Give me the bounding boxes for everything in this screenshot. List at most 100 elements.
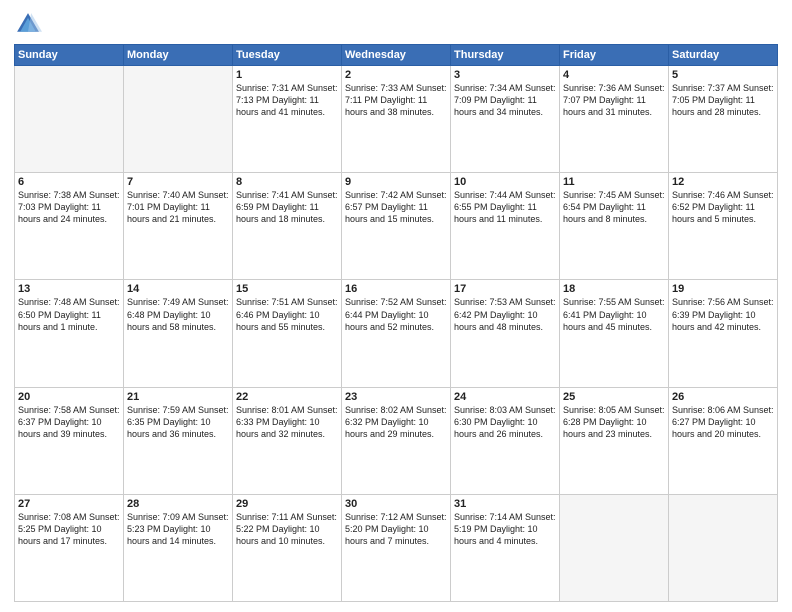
day-cell: 14Sunrise: 7:49 AM Sunset: 6:48 PM Dayli… bbox=[124, 280, 233, 387]
day-info: Sunrise: 7:48 AM Sunset: 6:50 PM Dayligh… bbox=[18, 296, 120, 332]
day-number: 17 bbox=[454, 283, 556, 295]
weekday-header-friday: Friday bbox=[560, 45, 669, 66]
day-cell: 1Sunrise: 7:31 AM Sunset: 7:13 PM Daylig… bbox=[233, 66, 342, 173]
day-info: Sunrise: 8:06 AM Sunset: 6:27 PM Dayligh… bbox=[672, 404, 774, 440]
weekday-header-saturday: Saturday bbox=[669, 45, 778, 66]
day-number: 16 bbox=[345, 283, 447, 295]
day-info: Sunrise: 7:46 AM Sunset: 6:52 PM Dayligh… bbox=[672, 189, 774, 225]
day-number: 7 bbox=[127, 176, 229, 188]
day-info: Sunrise: 7:45 AM Sunset: 6:54 PM Dayligh… bbox=[563, 189, 665, 225]
day-number: 12 bbox=[672, 176, 774, 188]
day-info: Sunrise: 7:40 AM Sunset: 7:01 PM Dayligh… bbox=[127, 189, 229, 225]
day-cell: 11Sunrise: 7:45 AM Sunset: 6:54 PM Dayli… bbox=[560, 173, 669, 280]
day-info: Sunrise: 7:33 AM Sunset: 7:11 PM Dayligh… bbox=[345, 82, 447, 118]
day-number: 26 bbox=[672, 391, 774, 403]
day-cell: 18Sunrise: 7:55 AM Sunset: 6:41 PM Dayli… bbox=[560, 280, 669, 387]
day-number: 11 bbox=[563, 176, 665, 188]
day-info: Sunrise: 7:59 AM Sunset: 6:35 PM Dayligh… bbox=[127, 404, 229, 440]
day-number: 28 bbox=[127, 498, 229, 510]
day-info: Sunrise: 7:52 AM Sunset: 6:44 PM Dayligh… bbox=[345, 296, 447, 332]
day-info: Sunrise: 7:11 AM Sunset: 5:22 PM Dayligh… bbox=[236, 511, 338, 547]
day-cell: 17Sunrise: 7:53 AM Sunset: 6:42 PM Dayli… bbox=[451, 280, 560, 387]
day-number: 24 bbox=[454, 391, 556, 403]
day-cell: 9Sunrise: 7:42 AM Sunset: 6:57 PM Daylig… bbox=[342, 173, 451, 280]
day-info: Sunrise: 7:41 AM Sunset: 6:59 PM Dayligh… bbox=[236, 189, 338, 225]
calendar-body: 1Sunrise: 7:31 AM Sunset: 7:13 PM Daylig… bbox=[15, 66, 778, 602]
week-row-3: 13Sunrise: 7:48 AM Sunset: 6:50 PM Dayli… bbox=[15, 280, 778, 387]
day-cell: 23Sunrise: 8:02 AM Sunset: 6:32 PM Dayli… bbox=[342, 387, 451, 494]
logo-icon bbox=[14, 10, 42, 38]
day-info: Sunrise: 7:42 AM Sunset: 6:57 PM Dayligh… bbox=[345, 189, 447, 225]
calendar-header: SundayMondayTuesdayWednesdayThursdayFrid… bbox=[15, 45, 778, 66]
day-number: 15 bbox=[236, 283, 338, 295]
day-info: Sunrise: 7:08 AM Sunset: 5:25 PM Dayligh… bbox=[18, 511, 120, 547]
day-info: Sunrise: 7:56 AM Sunset: 6:39 PM Dayligh… bbox=[672, 296, 774, 332]
day-cell bbox=[124, 66, 233, 173]
day-cell: 20Sunrise: 7:58 AM Sunset: 6:37 PM Dayli… bbox=[15, 387, 124, 494]
day-number: 19 bbox=[672, 283, 774, 295]
day-cell: 16Sunrise: 7:52 AM Sunset: 6:44 PM Dayli… bbox=[342, 280, 451, 387]
day-number: 23 bbox=[345, 391, 447, 403]
day-cell: 15Sunrise: 7:51 AM Sunset: 6:46 PM Dayli… bbox=[233, 280, 342, 387]
day-info: Sunrise: 7:53 AM Sunset: 6:42 PM Dayligh… bbox=[454, 296, 556, 332]
day-number: 2 bbox=[345, 69, 447, 81]
week-row-1: 1Sunrise: 7:31 AM Sunset: 7:13 PM Daylig… bbox=[15, 66, 778, 173]
day-info: Sunrise: 8:02 AM Sunset: 6:32 PM Dayligh… bbox=[345, 404, 447, 440]
day-cell: 31Sunrise: 7:14 AM Sunset: 5:19 PM Dayli… bbox=[451, 494, 560, 601]
weekday-header-thursday: Thursday bbox=[451, 45, 560, 66]
day-number: 6 bbox=[18, 176, 120, 188]
day-info: Sunrise: 7:34 AM Sunset: 7:09 PM Dayligh… bbox=[454, 82, 556, 118]
day-info: Sunrise: 7:12 AM Sunset: 5:20 PM Dayligh… bbox=[345, 511, 447, 547]
day-number: 14 bbox=[127, 283, 229, 295]
day-info: Sunrise: 7:55 AM Sunset: 6:41 PM Dayligh… bbox=[563, 296, 665, 332]
day-cell: 22Sunrise: 8:01 AM Sunset: 6:33 PM Dayli… bbox=[233, 387, 342, 494]
day-number: 1 bbox=[236, 69, 338, 81]
day-cell: 21Sunrise: 7:59 AM Sunset: 6:35 PM Dayli… bbox=[124, 387, 233, 494]
day-cell: 5Sunrise: 7:37 AM Sunset: 7:05 PM Daylig… bbox=[669, 66, 778, 173]
day-cell: 3Sunrise: 7:34 AM Sunset: 7:09 PM Daylig… bbox=[451, 66, 560, 173]
day-cell bbox=[560, 494, 669, 601]
day-cell: 26Sunrise: 8:06 AM Sunset: 6:27 PM Dayli… bbox=[669, 387, 778, 494]
weekday-header-wednesday: Wednesday bbox=[342, 45, 451, 66]
day-number: 27 bbox=[18, 498, 120, 510]
day-number: 3 bbox=[454, 69, 556, 81]
day-number: 22 bbox=[236, 391, 338, 403]
day-number: 31 bbox=[454, 498, 556, 510]
day-info: Sunrise: 7:49 AM Sunset: 6:48 PM Dayligh… bbox=[127, 296, 229, 332]
header bbox=[14, 10, 778, 38]
day-info: Sunrise: 7:36 AM Sunset: 7:07 PM Dayligh… bbox=[563, 82, 665, 118]
page: SundayMondayTuesdayWednesdayThursdayFrid… bbox=[0, 0, 792, 612]
day-number: 29 bbox=[236, 498, 338, 510]
day-info: Sunrise: 8:01 AM Sunset: 6:33 PM Dayligh… bbox=[236, 404, 338, 440]
day-number: 20 bbox=[18, 391, 120, 403]
day-cell: 2Sunrise: 7:33 AM Sunset: 7:11 PM Daylig… bbox=[342, 66, 451, 173]
day-info: Sunrise: 8:03 AM Sunset: 6:30 PM Dayligh… bbox=[454, 404, 556, 440]
weekday-header-monday: Monday bbox=[124, 45, 233, 66]
day-number: 21 bbox=[127, 391, 229, 403]
day-number: 13 bbox=[18, 283, 120, 295]
week-row-5: 27Sunrise: 7:08 AM Sunset: 5:25 PM Dayli… bbox=[15, 494, 778, 601]
day-info: Sunrise: 7:14 AM Sunset: 5:19 PM Dayligh… bbox=[454, 511, 556, 547]
day-info: Sunrise: 7:51 AM Sunset: 6:46 PM Dayligh… bbox=[236, 296, 338, 332]
day-info: Sunrise: 8:05 AM Sunset: 6:28 PM Dayligh… bbox=[563, 404, 665, 440]
day-cell: 25Sunrise: 8:05 AM Sunset: 6:28 PM Dayli… bbox=[560, 387, 669, 494]
weekday-header-sunday: Sunday bbox=[15, 45, 124, 66]
weekday-row: SundayMondayTuesdayWednesdayThursdayFrid… bbox=[15, 45, 778, 66]
day-cell: 13Sunrise: 7:48 AM Sunset: 6:50 PM Dayli… bbox=[15, 280, 124, 387]
day-info: Sunrise: 7:38 AM Sunset: 7:03 PM Dayligh… bbox=[18, 189, 120, 225]
day-cell: 27Sunrise: 7:08 AM Sunset: 5:25 PM Dayli… bbox=[15, 494, 124, 601]
day-number: 10 bbox=[454, 176, 556, 188]
day-cell: 12Sunrise: 7:46 AM Sunset: 6:52 PM Dayli… bbox=[669, 173, 778, 280]
day-cell: 7Sunrise: 7:40 AM Sunset: 7:01 PM Daylig… bbox=[124, 173, 233, 280]
day-cell: 19Sunrise: 7:56 AM Sunset: 6:39 PM Dayli… bbox=[669, 280, 778, 387]
calendar-table: SundayMondayTuesdayWednesdayThursdayFrid… bbox=[14, 44, 778, 602]
weekday-header-tuesday: Tuesday bbox=[233, 45, 342, 66]
day-info: Sunrise: 7:31 AM Sunset: 7:13 PM Dayligh… bbox=[236, 82, 338, 118]
day-cell: 4Sunrise: 7:36 AM Sunset: 7:07 PM Daylig… bbox=[560, 66, 669, 173]
day-number: 5 bbox=[672, 69, 774, 81]
day-cell: 6Sunrise: 7:38 AM Sunset: 7:03 PM Daylig… bbox=[15, 173, 124, 280]
day-number: 8 bbox=[236, 176, 338, 188]
day-number: 4 bbox=[563, 69, 665, 81]
week-row-2: 6Sunrise: 7:38 AM Sunset: 7:03 PM Daylig… bbox=[15, 173, 778, 280]
day-info: Sunrise: 7:09 AM Sunset: 5:23 PM Dayligh… bbox=[127, 511, 229, 547]
